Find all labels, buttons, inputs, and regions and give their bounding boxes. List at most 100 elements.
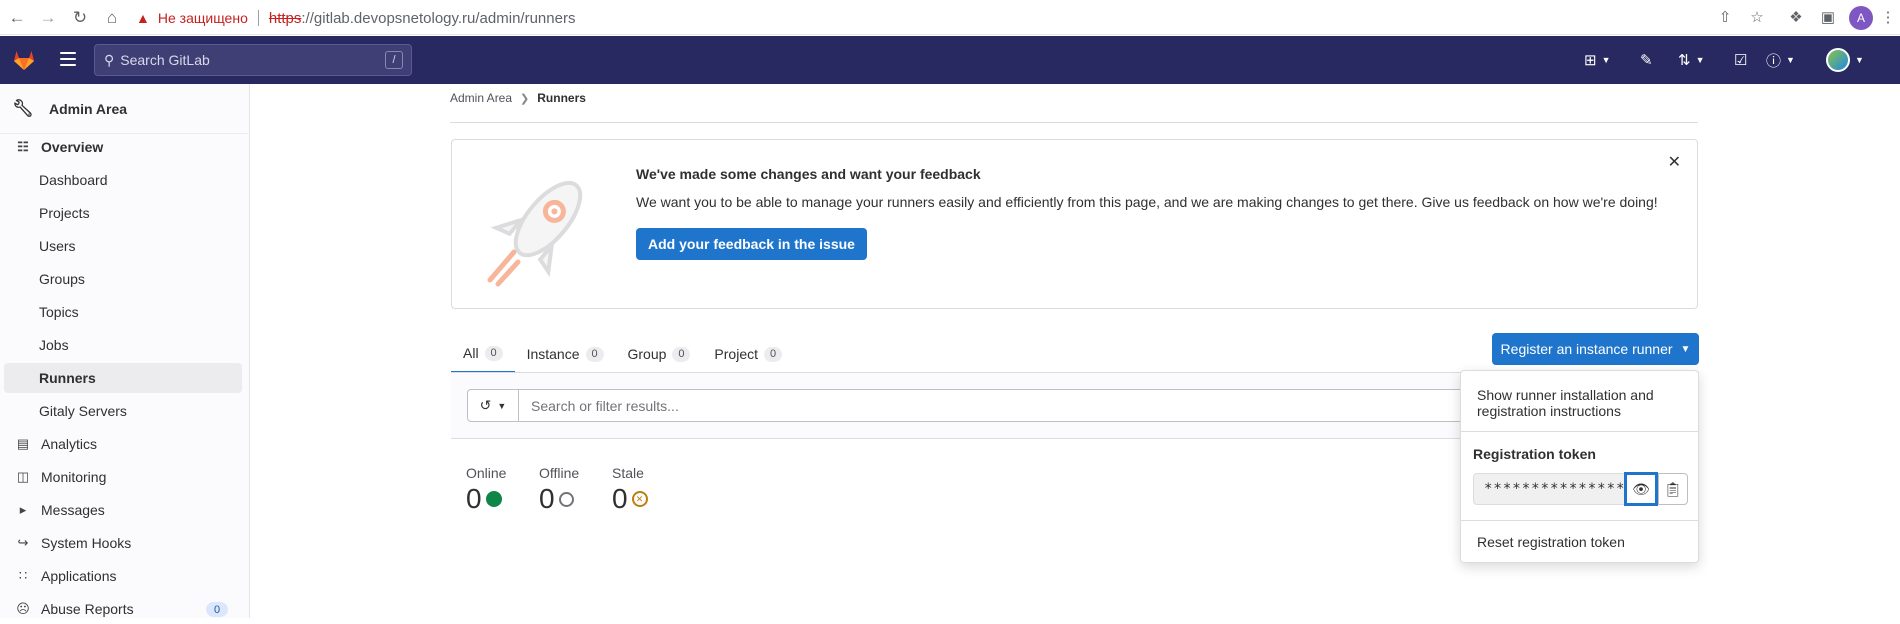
tab-project[interactable]: Project 0 — [702, 335, 794, 373]
tab-all[interactable]: All 0 — [451, 335, 515, 373]
search-icon: ⚲ — [104, 51, 115, 68]
chevron-down-icon: ▼ — [497, 400, 507, 411]
sidebar-item-label: Projects — [39, 205, 90, 221]
gitlab-topbar: ⚲ Search GitLab / ⊞ ▼ ✎ ⇅ ▼ ☑ ⓘ ▼ ▼ — [0, 36, 1900, 84]
new-item-button[interactable]: ⊞ ▼ — [1584, 48, 1611, 72]
stat-label: Offline — [539, 465, 580, 481]
sidebar-item-gitaly-servers[interactable]: Gitaly Servers — [4, 396, 242, 426]
sidebar-item-dashboard[interactable]: Dashboard — [4, 165, 242, 195]
register-runner-dropdown: Show runner installation and registratio… — [1460, 370, 1699, 563]
chevron-down-icon: ▼ — [1855, 55, 1864, 65]
help-icon: ⓘ — [1766, 52, 1782, 70]
browser-menu-icon[interactable]: ⋮ — [1876, 5, 1900, 29]
sidebar-item-overview[interactable]: ☷ Overview — [4, 132, 242, 162]
sidebar-item-analytics[interactable]: ▤ Analytics — [4, 429, 242, 459]
back-icon[interactable]: ← — [5, 6, 29, 30]
sidebar-item-groups[interactable]: Groups — [4, 264, 242, 294]
browser-profile-avatar[interactable]: A — [1849, 6, 1873, 30]
show-instructions-item[interactable]: Show runner installation and registratio… — [1477, 387, 1687, 419]
stat-value: 0 — [466, 483, 482, 514]
gitlab-logo-icon[interactable] — [12, 48, 36, 72]
sidebar-header-label: Admin Area — [49, 100, 128, 117]
register-button-label: Register an instance runner — [1500, 341, 1673, 357]
copy-token-button[interactable]: 📋︎ — [1658, 473, 1688, 505]
admin-sidebar: 🔧︎ Admin Area ☷ Overview Dashboard Projec… — [0, 84, 250, 618]
stale-clock-icon: ✕ — [631, 491, 648, 507]
sidebar-item-label: Jobs — [39, 337, 69, 353]
sidebar-item-system-hooks[interactable]: ↪ System Hooks — [4, 528, 242, 558]
sidebar-item-monitoring[interactable]: ◫ Monitoring — [4, 462, 242, 492]
tab-count: 0 — [484, 345, 503, 361]
sidebar-item-label: Messages — [41, 502, 105, 518]
sidebar-item-label: Analytics — [41, 436, 98, 452]
tab-count: 0 — [764, 346, 782, 362]
reveal-token-button[interactable]: 👁︎ — [1625, 473, 1657, 505]
tab-instance[interactable]: Instance 0 — [515, 335, 616, 373]
breadcrumb-divider — [450, 122, 1698, 123]
url-protocol: https — [268, 9, 302, 27]
user-menu-button[interactable]: ▼ — [1826, 48, 1864, 72]
reload-icon[interactable]: ↻ — [68, 6, 92, 30]
registration-token-field[interactable]: *************** — [1473, 473, 1625, 505]
search-input[interactable]: ⚲ Search GitLab / — [94, 44, 412, 76]
dropdown-divider — [1461, 431, 1698, 432]
sidebar-item-topics[interactable]: Topics — [4, 297, 242, 327]
chevron-down-icon: ▼ — [1786, 55, 1795, 65]
applications-icon: ∷ — [18, 568, 28, 583]
sidebar-item-label: Runners — [39, 370, 96, 386]
recent-searches-button[interactable]: ↺ ▼ — [467, 389, 519, 422]
bookmark-star-icon[interactable]: ☆ — [1745, 5, 1769, 29]
register-instance-runner-button[interactable]: Register an instance runner ▼ — [1492, 333, 1699, 365]
breadcrumb-runners[interactable]: Runners — [537, 91, 586, 105]
menu-icon[interactable] — [60, 52, 76, 66]
sidebar-item-runners[interactable]: Runners — [4, 363, 242, 393]
merge-requests-button[interactable]: ⇅ ▼ — [1678, 48, 1705, 72]
sidebar-item-label: Users — [39, 238, 76, 254]
bullhorn-icon: ▸ — [19, 502, 27, 517]
close-icon[interactable]: ✕ — [1668, 152, 1681, 172]
issues-icon[interactable]: ✎ — [1640, 48, 1653, 72]
overview-icon: ☷ — [17, 139, 29, 154]
browser-toolbar: ← → ↻ ⌂ ▲ Не защищено https ://gitlab.de… — [0, 0, 1900, 35]
search-placeholder: Search GitLab — [120, 52, 210, 68]
tab-count: 0 — [585, 346, 604, 362]
address-bar[interactable]: ▲ Не защищено https ://gitlab.devopsneto… — [136, 5, 1756, 31]
search-shortcut: / — [385, 51, 403, 69]
sidebar-item-users[interactable]: Users — [4, 231, 242, 261]
extensions-icon[interactable]: ❖ — [1784, 5, 1808, 29]
merge-request-icon: ⇅ — [1678, 52, 1691, 69]
todos-icon[interactable]: ☑ — [1734, 48, 1747, 72]
plus-square-icon: ⊞ — [1584, 52, 1597, 69]
slight-frown-icon: ☹ — [16, 601, 30, 616]
filter-search-input[interactable]: Search or filter results... — [518, 389, 1618, 422]
address-divider — [257, 10, 259, 26]
sidebar-item-applications[interactable]: ∷ Applications — [4, 561, 242, 591]
share-icon[interactable]: ⇧ — [1713, 5, 1737, 29]
reset-token-item[interactable]: Reset registration token — [1477, 534, 1625, 550]
runner-type-tabs: All 0 Instance 0 Group 0 Project 0 — [451, 335, 794, 373]
insecure-label: Не защищено — [157, 10, 248, 26]
sidebar-item-abuse-reports[interactable]: ☹ Abuse Reports 0 — [4, 594, 242, 624]
tab-label: All — [463, 345, 479, 361]
online-status-icon — [485, 491, 502, 507]
sidebar-item-label: Overview — [41, 139, 104, 155]
sidebar-header[interactable]: 🔧︎ Admin Area — [0, 84, 250, 134]
home-icon[interactable]: ⌂ — [100, 6, 124, 30]
chevron-right-icon: ❯ — [520, 92, 530, 105]
sidebar-item-messages[interactable]: ▸ Messages — [4, 495, 242, 525]
sidebar-item-jobs[interactable]: Jobs — [4, 330, 242, 360]
sidebar-item-projects[interactable]: Projects — [4, 198, 242, 228]
add-feedback-button[interactable]: Add your feedback in the issue — [636, 228, 867, 260]
sidebar-item-label: System Hooks — [41, 535, 132, 551]
sidepanel-icon[interactable]: ▣ — [1816, 5, 1840, 29]
breadcrumb-admin-area[interactable]: Admin Area — [450, 91, 512, 105]
hook-icon: ↪ — [17, 535, 29, 550]
tab-group[interactable]: Group 0 — [616, 335, 703, 373]
stat-label: Stale — [612, 465, 644, 481]
help-button[interactable]: ⓘ ▼ — [1766, 48, 1795, 72]
sidebar-item-label: Monitoring — [41, 469, 107, 485]
sidebar-item-label: Topics — [39, 304, 79, 320]
chevron-down-icon: ▼ — [1601, 55, 1611, 65]
forward-icon[interactable]: → — [36, 6, 60, 30]
url-text: ://gitlab.devopsnetology.ru/admin/runner… — [301, 9, 576, 27]
